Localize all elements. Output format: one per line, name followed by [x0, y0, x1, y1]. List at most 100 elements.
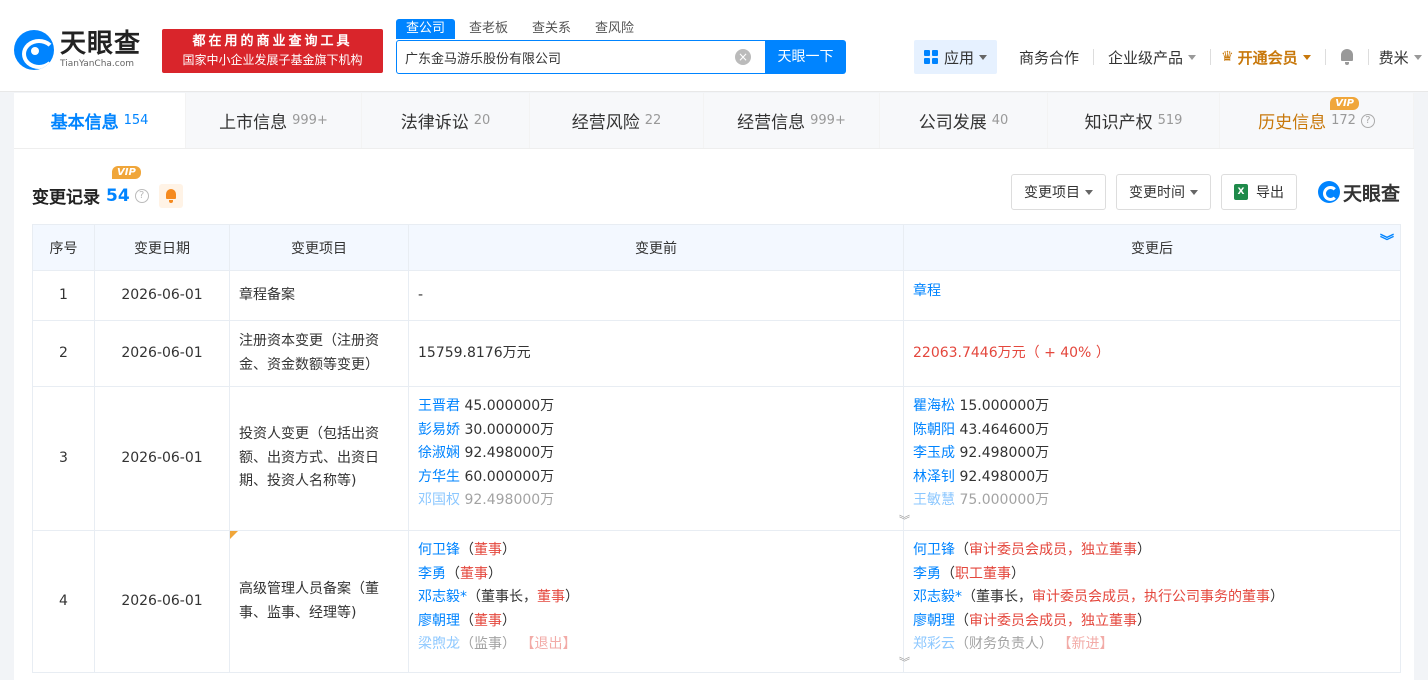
manager-pre: （董事长，: [962, 589, 1032, 605]
export-button[interactable]: X 导出: [1220, 174, 1297, 210]
filter-change-item-button[interactable]: 变更项目: [1010, 174, 1106, 210]
investor-amount: 92.498000万: [464, 492, 555, 508]
manager-name[interactable]: 李勇: [913, 566, 941, 582]
tab-risk[interactable]: 经营风险 22: [530, 93, 704, 148]
tab-basic-info[interactable]: 基本信息 154: [14, 93, 186, 148]
nav-enterprise-products[interactable]: 企业级产品: [1108, 47, 1197, 68]
slogan-banner[interactable]: 都在用的商业查询工具 国家中小企业发展子基金旗下机构: [162, 29, 383, 73]
row-item-text: 高级管理人员备案（董事、监事、经理等): [239, 581, 379, 621]
user-name: 费米: [1378, 48, 1409, 67]
manager-name[interactable]: 郑彩云: [913, 636, 955, 652]
investor-name[interactable]: 陈朝阳: [913, 422, 955, 438]
divider: [1324, 49, 1326, 65]
notification-button[interactable]: [1340, 49, 1354, 65]
manager-pre: （: [955, 612, 969, 629]
row-item: 注册资本变更（注册资金、资金数额等变更）: [229, 320, 409, 387]
manager-line: 廖朝理（董事）: [418, 610, 894, 634]
row-index: 3: [32, 386, 95, 531]
row-item: 章程备案: [229, 270, 409, 321]
search-input[interactable]: [397, 41, 727, 73]
tab-listing-info[interactable]: 上市信息 999+: [186, 93, 362, 148]
manager-role: 审计委员会成员，独立董事: [969, 542, 1137, 558]
row-after: 章程: [903, 270, 1401, 321]
tab-count: 154: [123, 113, 149, 128]
manager-name[interactable]: 廖朝理: [913, 613, 955, 629]
row-after: 瞿海松 15.000000万 陈朝阳 43.464600万 李玉成 92.498…: [899, 386, 1401, 531]
divider: [1367, 49, 1369, 65]
manager-pre: （: [446, 565, 460, 582]
section-title: 变更记录: [32, 188, 100, 208]
investor-amount: 15.000000万: [959, 398, 1050, 414]
row-before: 何卫锋（董事） 李勇（董事） 邓志毅*（董事长，董事） 廖朝理（董事） 梁煦龙（…: [408, 530, 904, 673]
manager-name[interactable]: 何卫锋: [913, 542, 955, 558]
manager-name[interactable]: 何卫锋: [418, 542, 460, 558]
investor-name[interactable]: 邓国权: [418, 492, 460, 508]
tab-ip[interactable]: 知识产权 519: [1048, 93, 1220, 148]
filter-change-time-button[interactable]: 变更时间: [1115, 174, 1211, 210]
manager-name[interactable]: 李勇: [418, 566, 446, 582]
row-before: 15759.8176万元: [408, 320, 904, 387]
investor-name[interactable]: 林泽钊: [913, 469, 955, 485]
investor-name[interactable]: 王敏慧: [913, 492, 955, 508]
investor-name[interactable]: 瞿海松: [913, 398, 955, 414]
manager-line: 何卫锋（审计委员会成员，独立董事）: [913, 539, 1391, 563]
manager-pre: （财务负责人）: [955, 636, 1053, 652]
bell-icon: [1340, 49, 1354, 65]
manager-post: ）: [565, 589, 579, 605]
search-button[interactable]: 天眼一下: [765, 40, 846, 74]
investor-name[interactable]: 李玉成: [913, 445, 955, 461]
nav-business-cooperation[interactable]: 商务合作: [1019, 47, 1079, 68]
logo-eye-icon: [1317, 181, 1340, 203]
manager-pre: （: [941, 565, 955, 582]
manager-role: 董事: [474, 542, 502, 558]
expand-chevron-icon[interactable]: ︾: [899, 515, 910, 526]
manager-line: 梁煦龙（监事） 【退出】: [418, 633, 894, 657]
manager-pre: （: [955, 542, 969, 558]
collapse-all-icon[interactable]: ︾: [1380, 235, 1394, 249]
tab-legal[interactable]: 法律诉讼 20: [362, 93, 530, 148]
search-tab-risk[interactable]: 查风险: [585, 19, 644, 39]
tab-development[interactable]: 公司发展 40: [880, 93, 1048, 148]
investor-line: 王晋君 45.000000万: [418, 395, 894, 419]
tab-history[interactable]: VIP 历史信息 172 ?: [1220, 93, 1414, 148]
charter-link[interactable]: 章程: [913, 283, 941, 299]
investor-name[interactable]: 彭易娇: [418, 422, 460, 438]
col-header-before: 变更前: [408, 224, 904, 271]
table-row: 2 2026-06-01 注册资本变更（注册资金、资金数额等变更） 15759.…: [32, 320, 1401, 387]
search-tab-company[interactable]: 查公司: [396, 19, 456, 39]
search-tab-boss[interactable]: 查老板: [459, 19, 518, 39]
monitor-bell-button[interactable]: [158, 183, 183, 208]
manager-name[interactable]: 廖朝理: [418, 613, 460, 629]
row-date: 2026-06-01: [94, 270, 230, 321]
investor-amount: 92.498000万: [959, 445, 1050, 461]
user-menu[interactable]: 费米: [1379, 47, 1422, 68]
help-icon[interactable]: ?: [1360, 113, 1375, 128]
main-card: 基本信息 154 上市信息 999+ 法律诉讼 20 经营风险 22 经营信息 999+ …: [14, 93, 1414, 680]
investor-line: 方华生 60.000000万: [418, 466, 894, 490]
tab-count: 40: [991, 113, 1009, 128]
manager-name[interactable]: 邓志毅*: [913, 589, 962, 605]
col-header-after: 变更后 ︾: [903, 224, 1401, 271]
investor-name[interactable]: 方华生: [418, 469, 460, 485]
clear-icon[interactable]: ×: [735, 49, 751, 65]
investor-line: 邓国权 92.498000万: [418, 489, 894, 513]
open-vip-menu[interactable]: ♛ 开通会员: [1221, 47, 1311, 68]
search-tab-relation[interactable]: 查关系: [522, 19, 581, 39]
expand-chevron-icon[interactable]: ︾: [899, 657, 910, 668]
col-header-date: 变更日期: [94, 224, 230, 271]
investor-line: 林泽钊 92.498000万: [913, 466, 1391, 490]
investor-name[interactable]: 王晋君: [418, 398, 460, 414]
site-logo[interactable]: 天眼查 TianYanCha.com: [14, 30, 141, 70]
investor-line: 瞿海松 15.000000万: [913, 395, 1391, 419]
manager-name[interactable]: 邓志毅*: [418, 589, 467, 605]
row-date: 2026-06-01: [94, 530, 230, 673]
investor-line: 李玉成 92.498000万: [913, 442, 1391, 466]
help-icon[interactable]: ?: [134, 188, 149, 203]
investor-amount: 45.000000万: [464, 398, 555, 414]
investor-name[interactable]: 徐淑娴: [418, 445, 460, 461]
tab-operation[interactable]: 经营信息 999+: [704, 93, 880, 148]
chevron-down-icon: [1189, 189, 1198, 195]
apps-menu-button[interactable]: 应用: [914, 40, 998, 74]
manager-role: 董事: [460, 565, 488, 582]
manager-name[interactable]: 梁煦龙: [418, 636, 460, 652]
